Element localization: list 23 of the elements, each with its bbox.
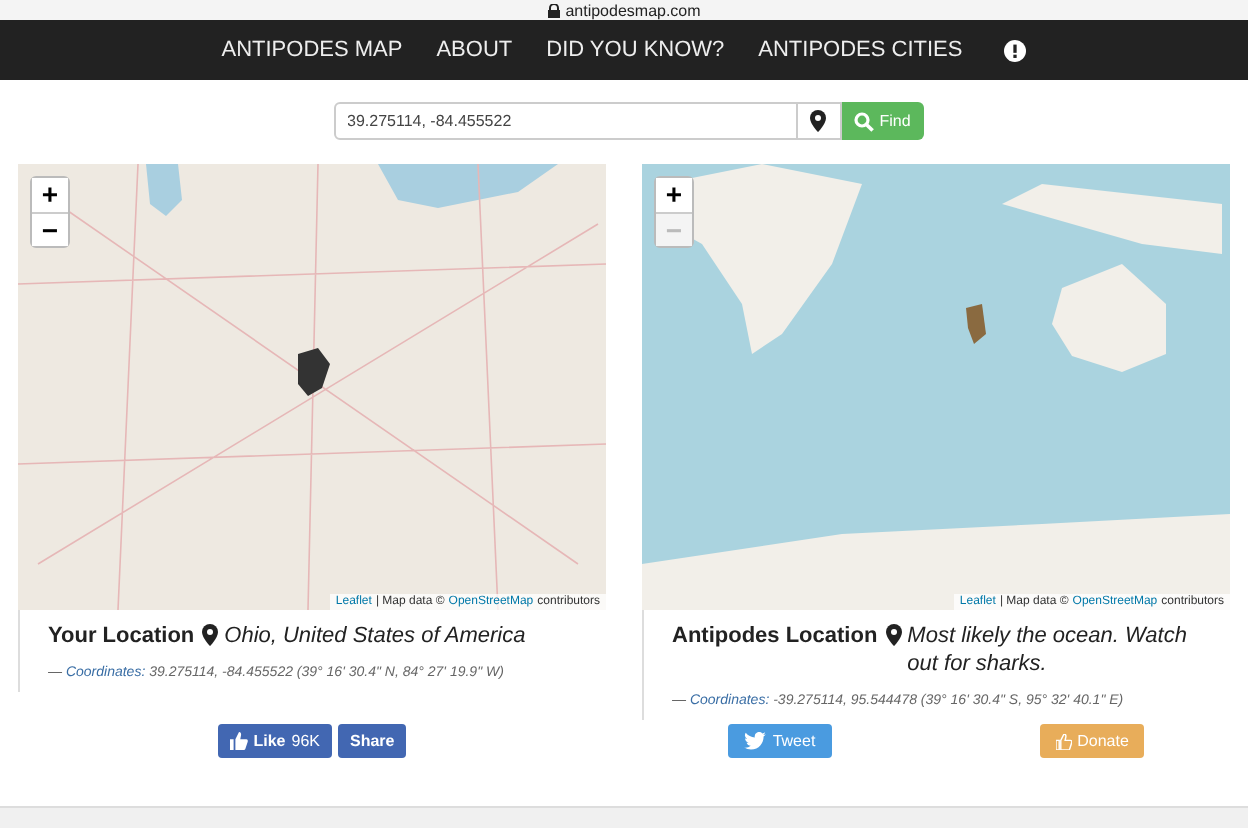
bird-icon	[744, 732, 767, 750]
zoom-out-button[interactable]: −	[32, 212, 68, 246]
share-button[interactable]: Share	[338, 724, 407, 758]
search-icon	[853, 111, 874, 131]
map-pin-icon	[810, 110, 826, 132]
location-label: Antipodes Location	[672, 622, 878, 650]
map-pin-icon	[885, 624, 902, 646]
nav-link[interactable]: ANTIPODES MAP	[221, 38, 403, 62]
nav-link[interactable]: ABOUT	[436, 38, 513, 62]
coordinates-field[interactable]: 39.275114, -84.455522	[333, 102, 797, 140]
tweet-button[interactable]: Tweet	[728, 724, 832, 758]
thumbs-up-icon	[229, 732, 248, 750]
address-bar-url[interactable]: antipodesmap.com	[547, 1, 701, 19]
thumbs-up-icon	[1055, 733, 1072, 749]
location-place: Ohio, United States of America	[224, 622, 526, 650]
map-pin-icon	[202, 624, 219, 646]
like-button[interactable]: Like 96K	[217, 724, 332, 758]
locate-button[interactable]	[797, 102, 841, 140]
nav-link[interactable]: ANTIPODES CITIES	[758, 38, 963, 62]
location-place: Most likely the ocean. Watch out for sharks.	[907, 622, 1189, 678]
nav-link[interactable]: DID YOU KNOW?	[546, 38, 725, 62]
info-icon[interactable]	[1004, 39, 1027, 61]
location-label: Your Location	[48, 622, 195, 650]
